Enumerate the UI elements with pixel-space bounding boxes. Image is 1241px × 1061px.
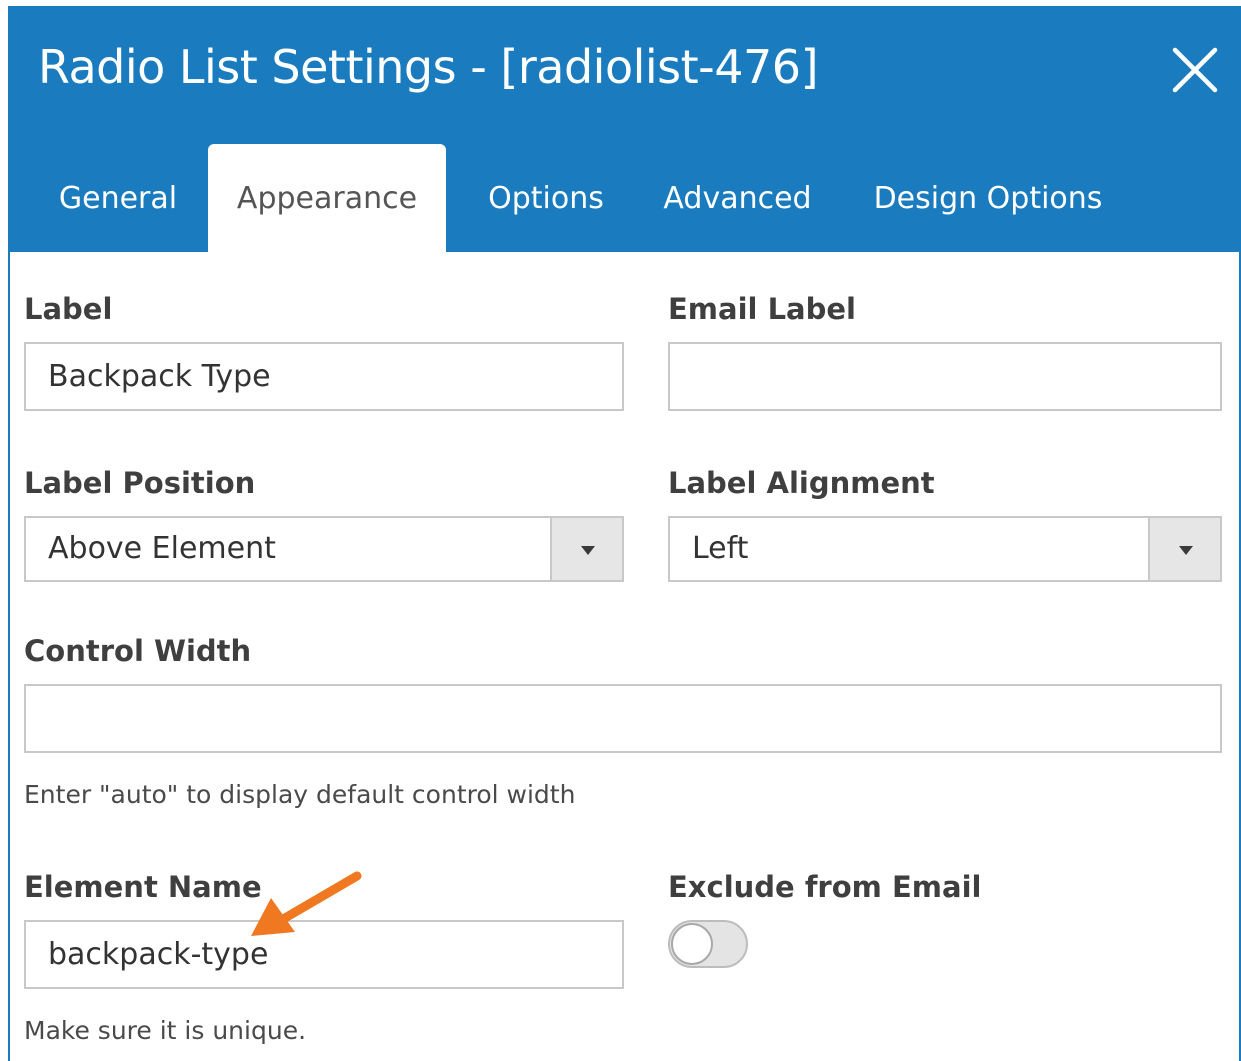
label-alignment-value: Left bbox=[692, 531, 749, 566]
label-position-select[interactable]: Above Element bbox=[24, 516, 624, 582]
dialog-title: Radio List Settings - [radiolist-476] bbox=[38, 40, 819, 94]
label-position-field-label: Label Position bbox=[24, 466, 256, 500]
arrow-annotation bbox=[251, 871, 362, 936]
toggle-knob bbox=[671, 923, 713, 965]
control-width-help: Enter "auto" to display default control … bbox=[24, 780, 576, 809]
element-name-field-label: Element Name bbox=[24, 870, 262, 904]
tab-advanced[interactable]: Advanced bbox=[650, 144, 825, 252]
chevron-down-icon bbox=[581, 546, 595, 555]
tab-bar: General Appearance Options Advanced Desi… bbox=[10, 144, 1239, 252]
chevron-down-icon bbox=[1179, 546, 1193, 555]
element-name-help: Make sure it is unique. bbox=[24, 1016, 307, 1045]
tab-appearance[interactable]: Appearance bbox=[208, 144, 446, 252]
label-alignment-select[interactable]: Left bbox=[668, 516, 1222, 582]
dialog-header: Radio List Settings - [radiolist-476] Ge… bbox=[10, 6, 1239, 252]
close-button[interactable] bbox=[1169, 44, 1221, 96]
email-label-input[interactable] bbox=[668, 342, 1222, 411]
label-alignment-field-label: Label Alignment bbox=[668, 466, 935, 500]
exclude-from-email-toggle[interactable] bbox=[668, 920, 748, 968]
label-input[interactable]: Backpack Type bbox=[24, 342, 624, 411]
control-width-input[interactable] bbox=[24, 684, 1222, 753]
control-width-field-label: Control Width bbox=[24, 634, 252, 668]
label-alignment-dropdown-button[interactable] bbox=[1148, 518, 1220, 580]
tab-design-options[interactable]: Design Options bbox=[860, 144, 1116, 252]
tab-general[interactable]: General bbox=[38, 144, 198, 252]
label-position-dropdown-button[interactable] bbox=[550, 518, 622, 580]
exclude-from-email-field-label: Exclude from Email bbox=[668, 870, 982, 904]
tab-options[interactable]: Options bbox=[466, 144, 626, 252]
settings-dialog: Radio List Settings - [radiolist-476] Ge… bbox=[8, 6, 1241, 1061]
email-label-field-label: Email Label bbox=[668, 292, 856, 326]
close-icon bbox=[1172, 47, 1218, 93]
label-position-value: Above Element bbox=[48, 531, 276, 566]
label-field-label: Label bbox=[24, 292, 113, 326]
